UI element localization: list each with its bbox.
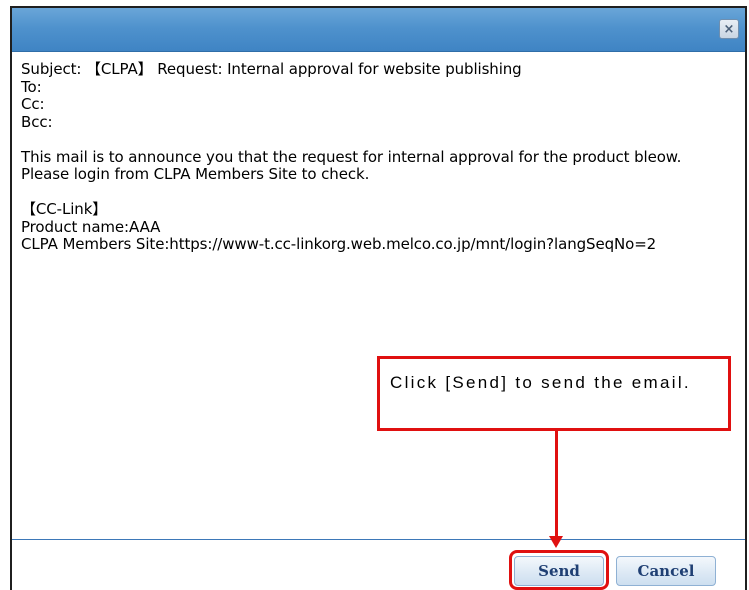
email-paragraph-login: Please login from CLPA Members Site to c…: [21, 165, 370, 183]
arrow-down-icon: [549, 536, 563, 548]
instruction-callout: Click [Send] to send the email.: [377, 356, 731, 431]
send-button-highlight: [509, 550, 609, 590]
cancel-button[interactable]: Cancel: [616, 556, 716, 586]
email-product-name: Product name:AAA: [21, 217, 161, 236]
email-cc: Cc:: [21, 95, 45, 113]
email-bcc: Bcc:: [21, 112, 53, 131]
email-dialog: × Subject: 【CLPA】 Request: Internal appr…: [10, 6, 747, 590]
callout-text: Click [Send] to send the email.: [390, 373, 691, 392]
email-paragraph-announce: This mail is to announce you that the re…: [21, 147, 682, 166]
email-to: To:: [21, 77, 42, 96]
callout-arrow-line: [555, 431, 558, 539]
email-subject: Subject: 【CLPA】 Request: Internal approv…: [21, 60, 522, 78]
dialog-titlebar: ×: [12, 8, 745, 52]
close-icon[interactable]: ×: [719, 19, 739, 39]
email-site-link: CLPA Members Site:https://www-t.cc-linko…: [21, 235, 657, 253]
email-preview: Subject: 【CLPA】 Request: Internal approv…: [21, 60, 736, 254]
email-section-header: 【CC-Link】: [21, 200, 108, 218]
dialog-divider: [12, 539, 745, 540]
